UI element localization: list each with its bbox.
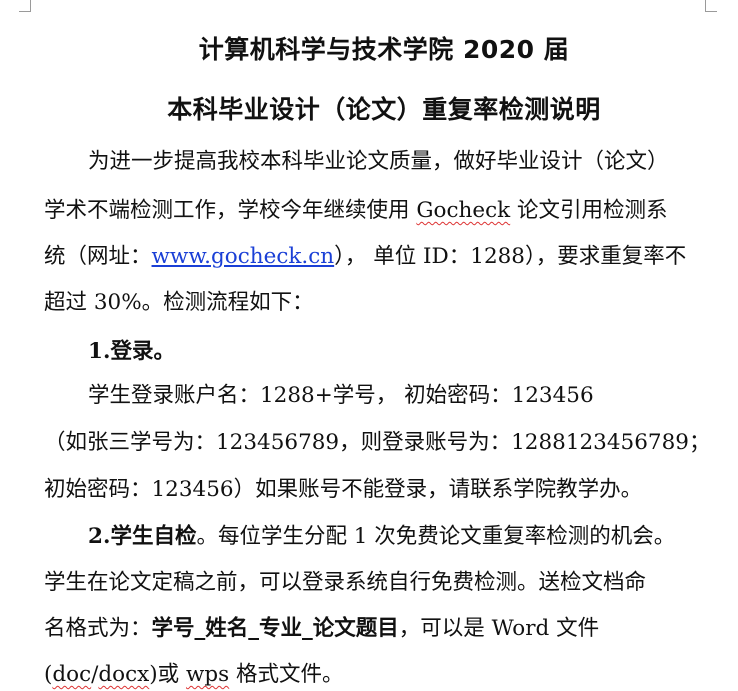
file-ext-wps: wps — [186, 662, 230, 687]
section-1-line-2: （如张三学号为：123456789，则登录账号为：1288123456789； — [44, 430, 711, 455]
gocheck-url-link[interactable]: www.gocheck.cn — [152, 244, 335, 269]
crop-mark-top-right — [705, 0, 717, 12]
section-2-line-4-text-b: )或 — [149, 662, 186, 687]
file-ext-doc: doc — [52, 662, 92, 687]
brand-name-gocheck: Gocheck — [416, 198, 511, 223]
intro-line-3-text-b: ）， 单位 ID：1288），要求重复率不 — [334, 244, 687, 269]
section-2-heading: 2.学生自检 — [88, 524, 197, 549]
intro-line-3: 统（网址：www.gocheck.cn）， 单位 ID：1288），要求重复率不 — [44, 242, 686, 272]
section-2-line-2: 学生在论文定稿之前，可以登录系统自行免费检测。送检文档命 — [44, 570, 647, 595]
section-2-line-1-rest: 。每位学生分配 1 次免费论文重复率检测的机会。 — [196, 524, 676, 549]
section-2-line-1: 2.学生自检。每位学生分配 1 次免费论文重复率检测的机会。 — [88, 522, 675, 552]
intro-line-2: 学术不端检测工作，学校今年继续使用 Gocheck 论文引用检测系 — [44, 196, 668, 226]
intro-line-3-text-a: 统（网址： — [44, 244, 152, 269]
document-title-line-2: 本科毕业设计（论文）重复率检测说明 — [167, 95, 601, 124]
section-2-line-4-text-c: 格式文件。 — [229, 662, 344, 687]
file-ext-docx: docx — [98, 662, 150, 687]
intro-line-2-text-b: 论文引用检测系 — [510, 198, 668, 223]
filename-format: 学号_姓名_专业_论文题目 — [151, 616, 399, 641]
section-2-line-4: (doc/docx)或 wps 格式文件。 — [44, 660, 344, 690]
section-2-line-3-text-b: ，可以是 Word 文件 — [398, 616, 600, 641]
section-1-line-1: 学生登录账户名：1288+学号， 初始密码：123456 — [88, 383, 594, 408]
intro-line-2-text-a: 学术不端检测工作，学校今年继续使用 — [44, 198, 417, 223]
intro-line-1: 为进一步提高我校本科毕业论文质量，做好毕业设计（论文） — [88, 149, 669, 174]
crop-mark-top-left — [19, 0, 31, 12]
section-1-heading: 1.登录。 — [88, 339, 175, 364]
intro-line-4: 超过 30%。检测流程如下： — [44, 290, 314, 315]
document-title-line-1: 计算机科学与技术学院 2020 届 — [198, 35, 570, 64]
section-2-line-3-text-a: 名格式为： — [44, 616, 152, 641]
section-2-line-3: 名格式为：学号_姓名_专业_论文题目，可以是 Word 文件 — [44, 614, 599, 644]
section-1-line-3: 初始密码：123456）如果账号不能登录，请联系学院教学办。 — [44, 477, 643, 502]
